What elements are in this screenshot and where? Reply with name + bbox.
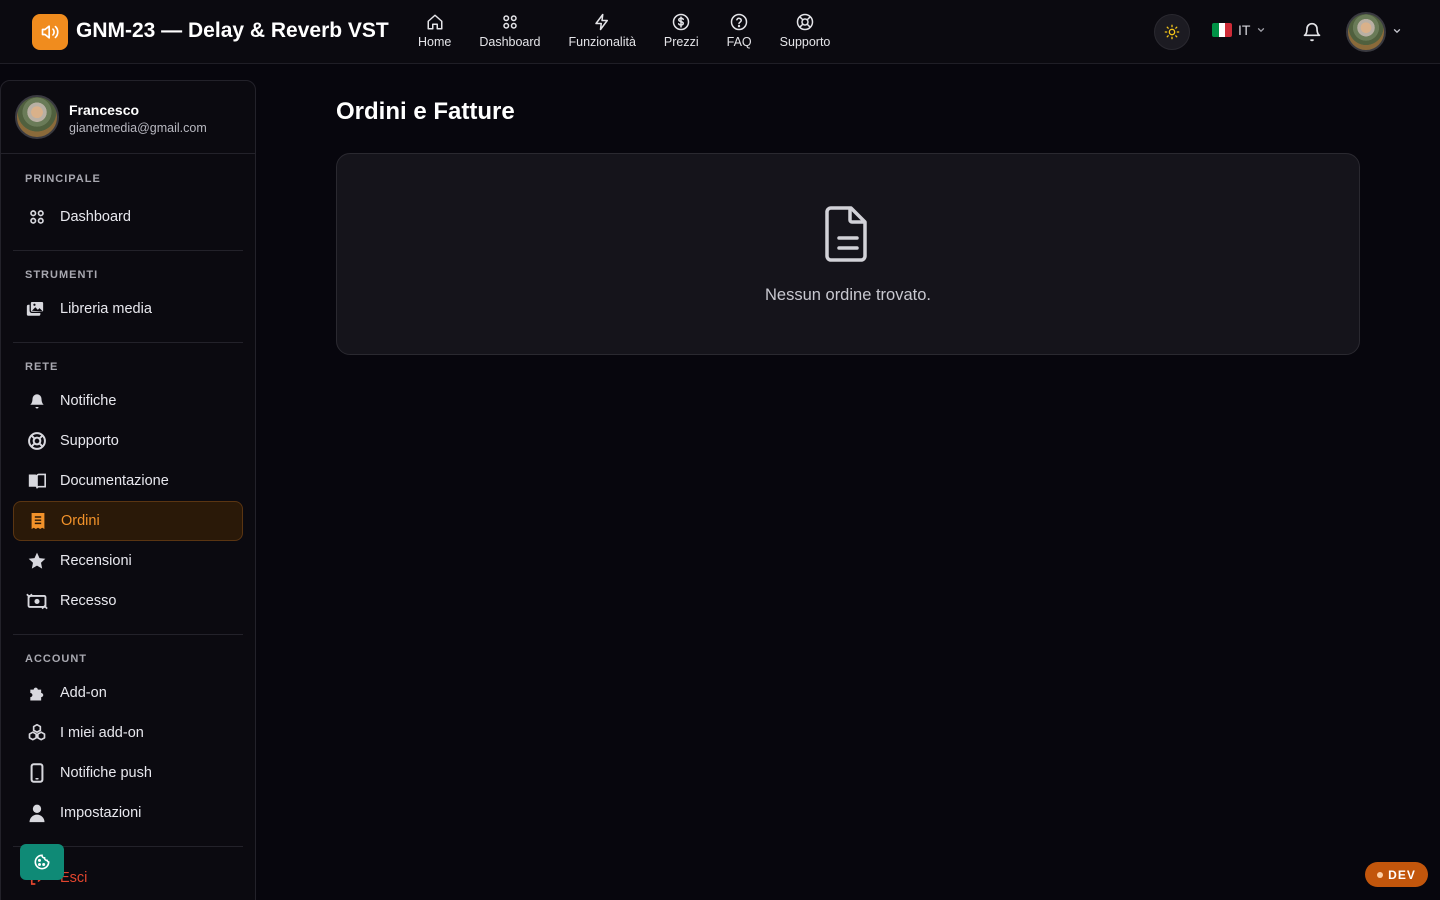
star-icon: [28, 552, 46, 569]
nav-pricing-label: Prezzi: [663, 35, 699, 49]
divider: [13, 342, 243, 343]
user-avatar[interactable]: [1346, 12, 1386, 52]
sidebar-item-dashboard[interactable]: Dashboard: [13, 197, 243, 237]
speaker-icon: [41, 25, 59, 39]
nav-features[interactable]: Funzionalità: [555, 12, 650, 49]
cubes-icon: [28, 723, 46, 741]
theme-toggle-button[interactable]: [1154, 14, 1190, 50]
language-code: IT: [1238, 22, 1251, 38]
puzzle-icon: [30, 687, 44, 701]
sidebar-item-addons[interactable]: Add-on: [13, 673, 243, 713]
bell-icon: [1303, 22, 1321, 42]
sidebar-item-label: Recesso: [60, 593, 117, 609]
lifebuoy-icon: [28, 432, 46, 450]
cookie-settings-button[interactable]: [20, 844, 64, 880]
sidebar-item-settings[interactable]: Impostazioni: [13, 793, 243, 833]
cookie-icon: [34, 854, 50, 870]
sidebar-item-support[interactable]: Supporto: [13, 421, 243, 461]
nav-dashboard-label: Dashboard: [479, 35, 541, 49]
section-title-principale: PRINCIPALE: [25, 173, 101, 185]
user-email: gianetmedia@gmail.com: [69, 121, 207, 135]
sidebar-item-label: Libreria media: [60, 301, 152, 317]
nav-pricing[interactable]: Prezzi: [650, 12, 713, 49]
sidebar-item-my-addons[interactable]: I miei add-on: [13, 713, 243, 753]
grid-icon: [503, 15, 517, 29]
page-title: Ordini e Fatture: [336, 98, 515, 125]
bolt-icon: [595, 13, 609, 31]
section-title-strumenti: STRUMENTI: [25, 269, 99, 281]
sidebar-item-orders[interactable]: Ordini: [13, 501, 243, 541]
sidebar-item-label: Ordini: [61, 513, 100, 529]
dev-badge-label: DEV: [1388, 867, 1416, 882]
sidebar-item-label: Notifiche: [60, 393, 117, 409]
sidebar-item-media-library[interactable]: Libreria media: [13, 289, 243, 329]
app-title: GNM-23 — Delay & Reverb VST: [76, 19, 389, 42]
dev-dot: [1377, 871, 1384, 878]
notifications-button[interactable]: [1302, 22, 1322, 42]
avatar: [15, 95, 59, 139]
money-return-icon: [26, 593, 48, 610]
grid-icon: [30, 210, 44, 224]
nav-support[interactable]: Supporto: [766, 12, 845, 49]
app-logo[interactable]: [32, 14, 68, 50]
italy-flag-icon: [1212, 23, 1232, 37]
divider: [13, 250, 243, 251]
book-icon: [28, 473, 46, 489]
user-name: Francesco: [69, 102, 140, 118]
nav-home-label: Home: [418, 35, 452, 49]
sidebar-item-reviews[interactable]: Recensioni: [13, 541, 243, 581]
section-title-account: ACCOUNT: [25, 653, 87, 665]
phone-icon: [30, 763, 44, 783]
sidebar-item-push-notifications[interactable]: Notifiche push: [13, 753, 243, 793]
sidebar-item-notifications[interactable]: Notifiche: [13, 381, 243, 421]
document-icon: [823, 206, 873, 262]
empty-state-card: Nessun ordine trovato.: [336, 153, 1360, 355]
empty-state-message: Nessun ordine trovato.: [764, 286, 931, 304]
divider: [1, 153, 255, 154]
home-icon: [427, 14, 443, 30]
dollar-circle-icon: [673, 13, 690, 31]
lifebuoy-icon: [796, 13, 814, 31]
sidebar-item-label: I miei add-on: [60, 725, 144, 741]
question-circle-icon: [730, 13, 748, 31]
nav-home[interactable]: Home: [404, 12, 465, 49]
nav-features-label: Funzionalità: [568, 35, 636, 49]
sidebar-item-label: Documentazione: [60, 473, 169, 489]
chevron-down-icon: [1393, 29, 1401, 34]
language-selector[interactable]: IT: [1212, 22, 1266, 38]
nav-support-label: Supporto: [779, 35, 831, 49]
sidebar: Francesco gianetmedia@gmail.com PRINCIPA…: [0, 80, 256, 900]
user-menu-chevron[interactable]: [1392, 26, 1402, 36]
sidebar-item-label: Recensioni: [60, 553, 132, 569]
receipt-icon: [31, 513, 45, 529]
sidebar-item-documentation[interactable]: Documentazione: [13, 461, 243, 501]
chevron-down-icon: [1258, 28, 1265, 33]
sidebar-item-label: Notifiche push: [60, 765, 152, 781]
divider: [13, 634, 243, 635]
sidebar-item-label: Supporto: [60, 433, 119, 449]
dev-badge: DEV: [1365, 862, 1428, 887]
nav-faq-label: FAQ: [726, 35, 752, 49]
nav-dashboard[interactable]: Dashboard: [465, 12, 554, 49]
photos-icon: [26, 300, 45, 316]
sun-icon: [1164, 24, 1180, 40]
sidebar-item-label: Impostazioni: [60, 805, 142, 821]
section-title-rete: RETE: [25, 361, 59, 373]
sidebar-item-label: Dashboard: [60, 209, 131, 225]
main-nav: Home Dashboard Funzionalità Prezzi FAQ S…: [404, 12, 844, 49]
bell-icon: [30, 394, 44, 409]
top-bar: GNM-23 — Delay & Reverb VST Home Dashboa…: [0, 0, 1440, 64]
user-icon: [29, 804, 45, 823]
sidebar-item-label: Add-on: [60, 685, 107, 701]
sidebar-item-withdrawal[interactable]: Recesso: [13, 581, 243, 621]
logout-label: Esci: [60, 870, 88, 886]
nav-faq[interactable]: FAQ: [713, 12, 766, 49]
